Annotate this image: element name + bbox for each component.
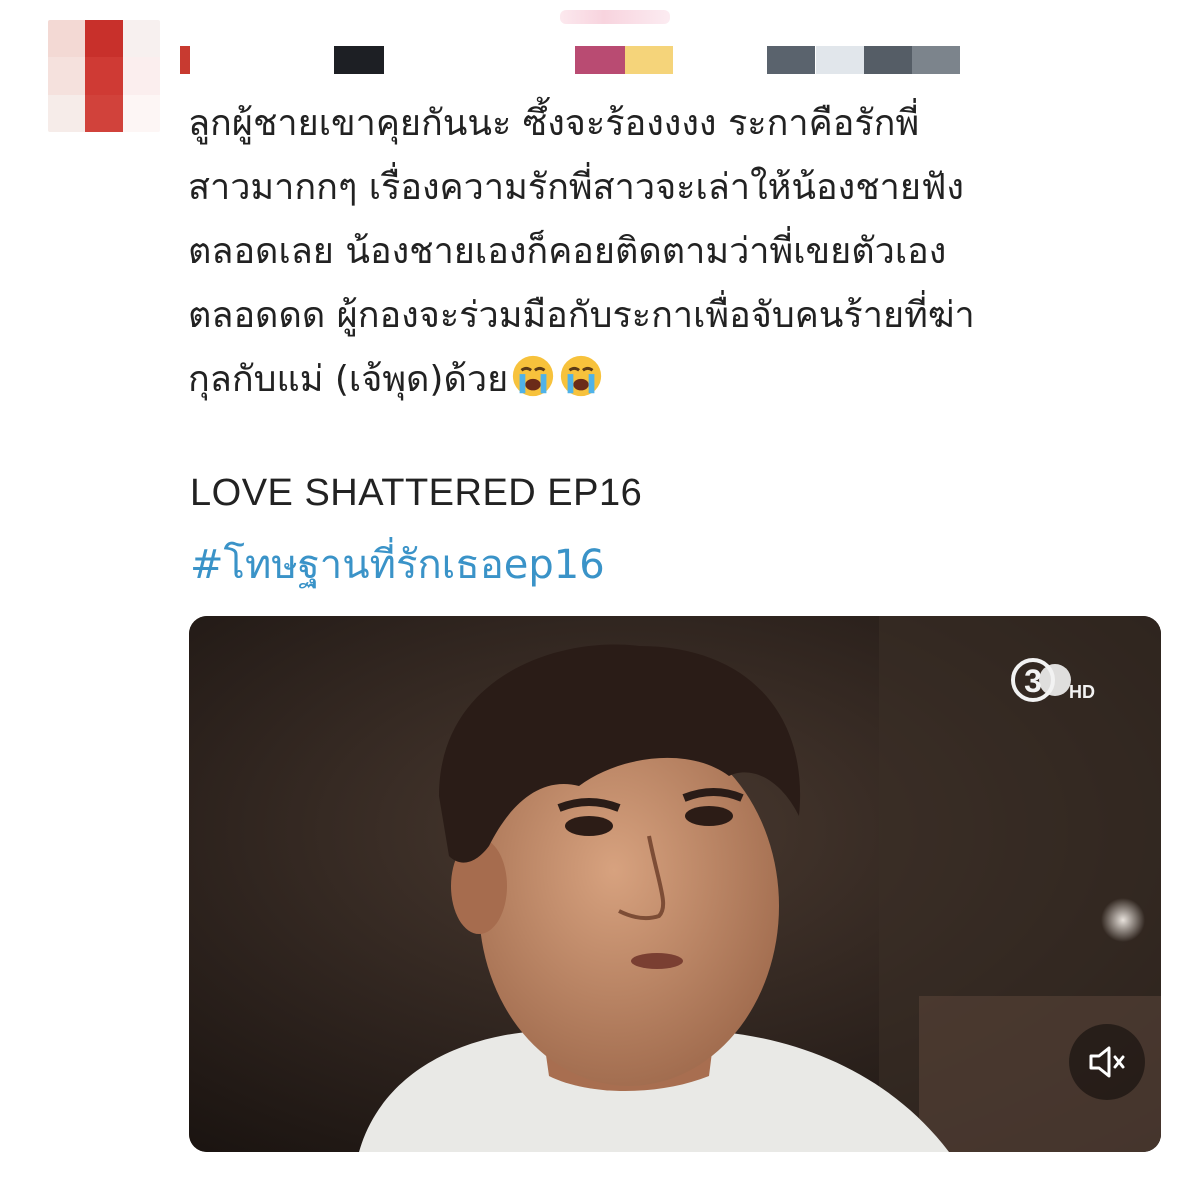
- show-title: LOVE SHATTERED EP16: [190, 472, 643, 514]
- video-player[interactable]: 3 HD: [189, 616, 1161, 1152]
- tweet-text: ลูกผู้ชายเขาคุยกันนะ ซึ้งจะร้องงงง ระกาค…: [188, 92, 1168, 412]
- hashtag-link[interactable]: #โทษฐานที่รักเธอep16: [190, 532, 605, 596]
- channel-number: 3: [1024, 663, 1042, 699]
- mute-button[interactable]: [1069, 1024, 1145, 1100]
- censored-user-name[interactable]: [180, 46, 1180, 74]
- speaker-muted-icon: [1089, 1046, 1125, 1078]
- loudly-crying-face-icon: [561, 355, 602, 397]
- avatar[interactable]: [48, 20, 160, 132]
- channel-3-hd-logo: 3 HD: [1009, 652, 1105, 708]
- channel-suffix: HD: [1069, 682, 1095, 702]
- censored-top-bar: [560, 10, 670, 24]
- loudly-crying-face-icon: [513, 355, 554, 397]
